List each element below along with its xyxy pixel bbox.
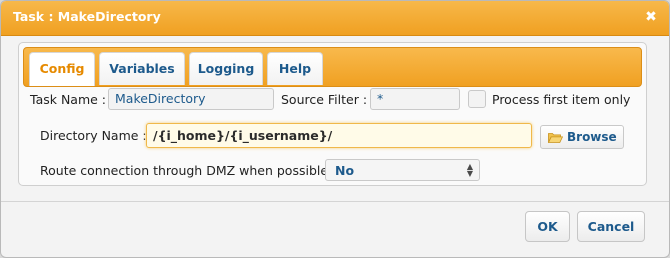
tab-strip: Config Variables Logging Help [23, 47, 642, 87]
browse-button[interactable]: Browse [540, 125, 624, 149]
folder-open-icon [548, 133, 563, 143]
ok-button[interactable]: OK [525, 211, 570, 242]
dmz-label: Route connection through DMZ when possib… [40, 163, 337, 178]
task-name-input[interactable]: MakeDirectory [108, 88, 274, 110]
task-dialog: Task : MakeDirectory ✖ Config Variables … [0, 0, 670, 258]
close-icon[interactable]: ✖ [643, 9, 659, 25]
tab-logging[interactable]: Logging [189, 52, 263, 85]
cancel-button[interactable]: Cancel [577, 211, 645, 242]
tab-help[interactable]: Help [267, 52, 323, 85]
process-first-checkbox[interactable] [468, 90, 486, 108]
dialog-title: Task : MakeDirectory [13, 9, 161, 24]
source-filter-label: Source Filter : [281, 92, 368, 107]
updown-arrows-icon: ▲ ▼ [466, 162, 473, 178]
browse-label: Browse [567, 130, 617, 144]
process-first-label: Process first item only [492, 92, 631, 107]
tab-config[interactable]: Config [29, 52, 95, 86]
dialog-titlebar[interactable]: Task : MakeDirectory ✖ [1, 1, 669, 36]
tab-variables[interactable]: Variables [99, 52, 185, 85]
config-panel: Config Variables Logging Help Task Name … [18, 42, 647, 186]
directory-name-label: Directory Name : [40, 128, 147, 143]
directory-name-input[interactable]: /{i_home}/{i_username}/ [146, 123, 532, 148]
source-filter-input[interactable]: * [370, 88, 460, 110]
task-name-label: Task Name : [30, 92, 107, 107]
dmz-select[interactable]: No ▲ ▼ [325, 159, 480, 181]
dmz-select-value: No [335, 163, 355, 178]
footer-divider [1, 201, 669, 202]
